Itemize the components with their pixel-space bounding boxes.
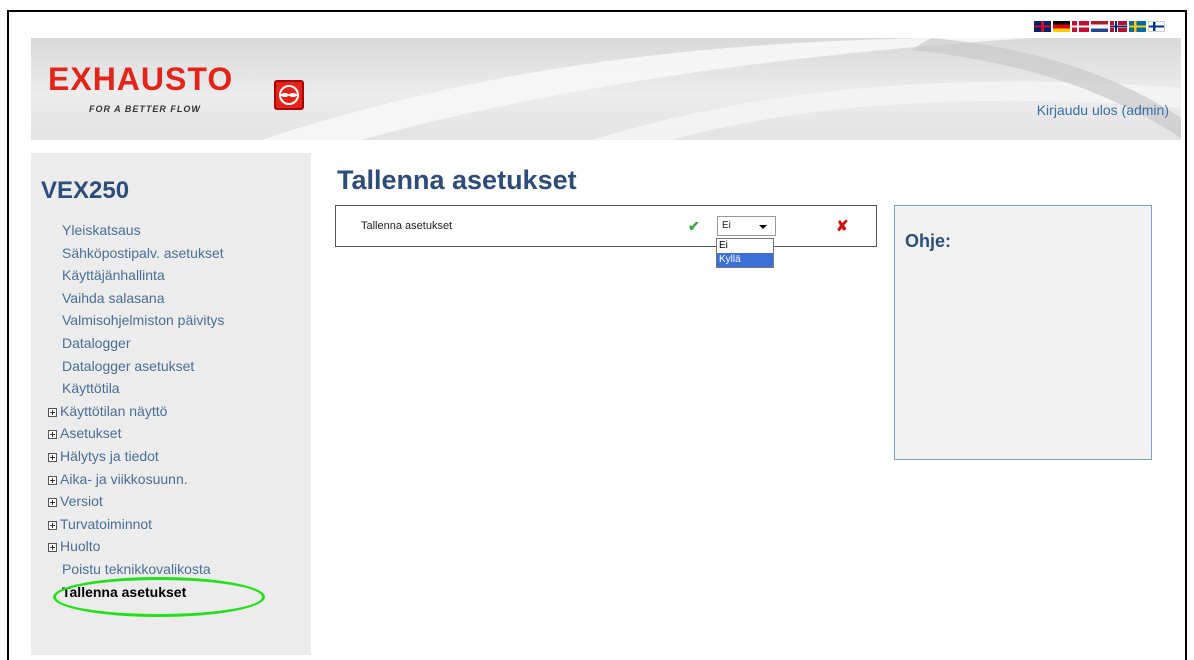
brand-tagline: FOR A BETTER FLOW [89,104,201,114]
cancel-x-icon[interactable]: ✘ [836,217,849,235]
sidebar-item-label: Turvatoiminnot [60,515,153,532]
setting-row: Tallenna asetukset ✔ Ei ✘ [335,205,877,247]
help-panel: Ohje: [894,205,1152,460]
expand-icon[interactable] [48,430,57,440]
sidebar-item-schedule[interactable]: Aika- ja viikkosuunn. [48,468,210,491]
sidebar-item-user-management[interactable]: Käyttäjänhallinta [62,264,224,287]
sidebar-item-change-password[interactable]: Vaihda salasana [62,287,224,310]
page-title: Tallenna asetukset [337,165,577,195]
sidebar-nav: Yleiskatsaus Sähköpostipalv. asetukset K… [48,219,224,604]
sidebar-item-settings[interactable]: Asetukset [48,422,210,445]
sidebar-item-label: Hälytys ja tiedot [60,447,159,464]
sidebar-item-datalogger[interactable]: Datalogger [62,332,224,355]
expand-icon[interactable] [48,498,57,508]
sidebar-item-exit-technician[interactable]: Poistu teknikkovalikosta [62,558,224,581]
expand-icon[interactable] [48,407,57,417]
se-flag-icon[interactable] [1129,21,1146,32]
chevron-down-icon [759,225,767,229]
sidebar-item-alarms[interactable]: Hälytys ja tiedot [48,445,210,468]
sidebar-item-operating-display[interactable]: Käyttötilan näyttö [48,400,210,423]
sidebar-item-label: Versiot [60,493,103,510]
sidebar-item-datalogger-settings[interactable]: Datalogger asetukset [62,355,224,378]
checkmark-icon[interactable]: ✔ [688,218,700,235]
sidebar-item-safety[interactable]: Turvatoiminnot [48,513,210,536]
expand-icon[interactable] [48,475,57,485]
sidebar-item-save-settings[interactable]: Tallenna asetukset [62,581,224,604]
language-selector [1034,21,1165,32]
setting-label: Tallenna asetukset [361,220,453,232]
logout-link[interactable]: Kirjaudu ulos (admin) [1037,102,1169,118]
sidebar-item-label: Käyttötilan näyttö [60,402,168,419]
sidebar-item-email-settings[interactable]: Sähköpostipalv. asetukset [62,242,224,265]
expand-icon[interactable] [48,520,57,530]
brand-logo[interactable]: EXHAUSTO [48,61,233,98]
de-flag-icon[interactable] [1053,21,1070,32]
select-options-list: Ei Kyllä [716,238,774,268]
select-option-highlighted[interactable]: Kyllä [717,253,773,267]
sidebar-item-service[interactable]: Huolto [48,535,210,558]
sidebar-item-operating-mode[interactable]: Käyttötila [62,377,224,400]
save-settings-select[interactable]: Ei [717,216,776,236]
sidebar-item-firmware-update[interactable]: Valmisohjelmiston päivitys [62,309,224,332]
fi-flag-icon[interactable] [1148,21,1165,32]
expand-icon[interactable] [48,543,57,553]
sidebar-item-overview[interactable]: Yleiskatsaus [62,219,224,242]
dk-flag-icon[interactable] [1072,21,1089,32]
product-title: VEX250 [41,177,130,204]
expand-icon[interactable] [48,452,57,462]
header-banner: EXHAUSTO FOR A BETTER FLOW Kirjaudu ulos… [31,38,1181,140]
sidebar-item-versions[interactable]: Versiot [48,490,210,513]
no-flag-icon[interactable] [1110,21,1127,32]
select-option[interactable]: Ei [717,239,773,253]
sidebar: VEX250 Yleiskatsaus Sähköpostipalv. aset… [31,153,311,655]
help-title: Ohje: [905,231,952,251]
fan-logo-icon [274,80,304,110]
sidebar-item-label: Aika- ja viikkosuunn. [60,470,188,487]
uk-flag-icon[interactable] [1034,21,1051,32]
sidebar-item-label: Asetukset [60,425,122,442]
nl-flag-icon[interactable] [1091,21,1108,32]
select-value: Ei [722,220,731,231]
sidebar-item-label: Huolto [60,538,101,555]
